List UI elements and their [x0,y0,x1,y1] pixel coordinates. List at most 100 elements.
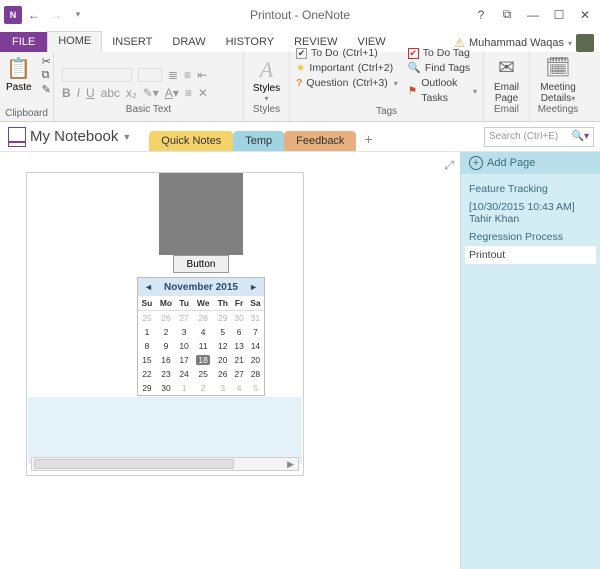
todo-tag-button[interactable]: ✔To Do Tag [408,46,477,61]
cal-day: 26 [214,367,231,381]
styles-button[interactable]: Styles [253,83,280,94]
cal-day: 5 [247,381,264,395]
group-label-clipboard: Clipboard [0,108,53,121]
strike-button[interactable]: abc [101,86,120,100]
cal-day: 8 [138,339,156,353]
cal-day: 25 [192,367,214,381]
cal-day: 1 [176,381,192,395]
page-list-item[interactable]: Printout [465,246,596,264]
cal-day: 30 [231,311,247,326]
image-placeholder [159,173,243,255]
styles-icon: A [260,57,273,83]
section-tab-temp[interactable]: Temp [233,131,284,151]
indent-button[interactable]: ⇤ [197,68,207,82]
horizontal-scrollbar[interactable]: ▶ [31,457,299,471]
tag-question[interactable]: ?Question (Ctrl+3)▾ [296,76,398,91]
font-family[interactable] [62,68,132,82]
maximize-button[interactable]: ☐ [550,8,568,22]
cal-next: ► [249,282,258,292]
underline-button[interactable]: U [86,86,95,100]
tab-history[interactable]: HISTORY [216,33,285,52]
help-button[interactable]: ? [472,8,490,22]
copy-button[interactable]: ⧉ [42,69,51,82]
format-painter-button[interactable]: ✎ [42,83,51,96]
meeting-details-button[interactable]: Meeting [540,82,576,93]
tag-todo[interactable]: ✔To Do (Ctrl+1) [296,46,398,61]
calendar: ◄ November 2015 ► SuMoTuWeThFrSa25262728… [137,277,265,396]
cal-day: 11 [192,339,214,353]
cal-day: 1 [138,325,156,339]
page-list-item[interactable]: Regression Process [465,228,596,246]
minimize-button[interactable]: — [524,8,542,22]
highlight-button[interactable]: ✎▾ [143,86,159,100]
user-name[interactable]: Muhammad Waqas [469,37,564,49]
italic-button[interactable]: I [77,86,80,100]
notebook-bar: My Notebook ▼ Quick Notes Temp Feedback … [0,122,600,152]
page-list-item[interactable]: [10/30/2015 10:43 AM] Tahir Khan [465,198,596,228]
notebook-dropdown[interactable]: ▼ [122,132,131,142]
forward-button[interactable]: → [46,5,66,25]
cal-day: 24 [176,367,192,381]
font-color-button[interactable]: A▾ [165,86,179,100]
bullets-button[interactable]: ≣ [168,68,178,82]
subscript-button[interactable]: x₂ [126,86,137,100]
cal-day: 18 [192,353,214,367]
cal-day: 21 [231,353,247,367]
font-size[interactable] [138,68,162,82]
page-list-item[interactable]: Feature Tracking [465,180,596,198]
group-label-basic-text: Basic Text [62,104,235,117]
numbering-button[interactable]: ≡ [184,68,191,82]
cal-day: 17 [176,353,192,367]
search-icon: 🔍▾ [572,131,589,142]
cal-day: 20 [214,353,231,367]
expand-handle[interactable]: ⤢ [444,158,454,173]
cal-prev: ◄ [144,282,153,292]
notebook-name[interactable]: My Notebook [30,128,118,145]
ribbon-display-button[interactable]: ⧉ [498,7,516,22]
tab-file[interactable]: FILE [0,32,47,52]
align-button[interactable]: ≡ [185,86,192,100]
section-tab-feedback[interactable]: Feedback [284,131,356,151]
window-title: Printout - OneNote [250,8,350,22]
group-label-meetings: Meetings [538,104,579,117]
search-input[interactable]: Search (Ctrl+E) 🔍▾ [484,127,594,147]
titlebar: N ← → ▾ Printout - OneNote ? ⧉ — ☐ ✕ [0,0,600,30]
tab-insert[interactable]: INSERT [102,33,162,52]
cal-day: 25 [138,311,156,326]
section-tab-quick-notes[interactable]: Quick Notes [149,131,233,151]
cal-day: 29 [138,381,156,395]
avatar[interactable] [576,34,594,52]
cut-button[interactable]: ✂ [42,55,51,68]
note-canvas[interactable]: ⤢ Button ◄ November 2015 ► SuMoTuWeThFrS… [0,152,460,569]
tab-draw[interactable]: DRAW [162,33,215,52]
close-button[interactable]: ✕ [576,8,594,22]
paste-button[interactable]: 📋 Paste [0,52,38,108]
group-label-styles: Styles [253,104,280,117]
cal-day: 29 [214,311,231,326]
add-section-button[interactable]: + [356,127,380,151]
cal-day: 16 [156,353,176,367]
notebook-icon[interactable] [8,127,26,147]
cal-day: 28 [192,311,214,326]
printout-button: Button [173,255,229,273]
qat-customize[interactable]: ▾ [68,5,88,25]
back-button[interactable]: ← [24,5,44,25]
email-page-button[interactable]: Email [494,82,519,93]
find-tags-button[interactable]: 🔍Find Tags [408,61,477,76]
user-dropdown[interactable]: ▾ [568,39,572,48]
cal-day: 2 [192,381,214,395]
cal-day: 28 [247,367,264,381]
clear-format-button[interactable]: ✕ [198,86,208,100]
tag-important[interactable]: ★Important (Ctrl+2) [296,61,398,76]
meeting-icon: 🗓 [545,55,570,80]
add-page-button[interactable]: + Add Page [461,152,600,174]
cal-day: 15 [138,353,156,367]
outlook-tasks-button[interactable]: ⚑Outlook Tasks▾ [408,76,477,106]
tab-home[interactable]: HOME [47,31,102,52]
scroll-right-arrow[interactable]: ▶ [287,459,294,470]
bold-button[interactable]: B [62,86,71,100]
cal-day: 2 [156,325,176,339]
cal-day: 3 [214,381,231,395]
scroll-thumb[interactable] [34,459,234,469]
app-icon: N [4,6,22,24]
